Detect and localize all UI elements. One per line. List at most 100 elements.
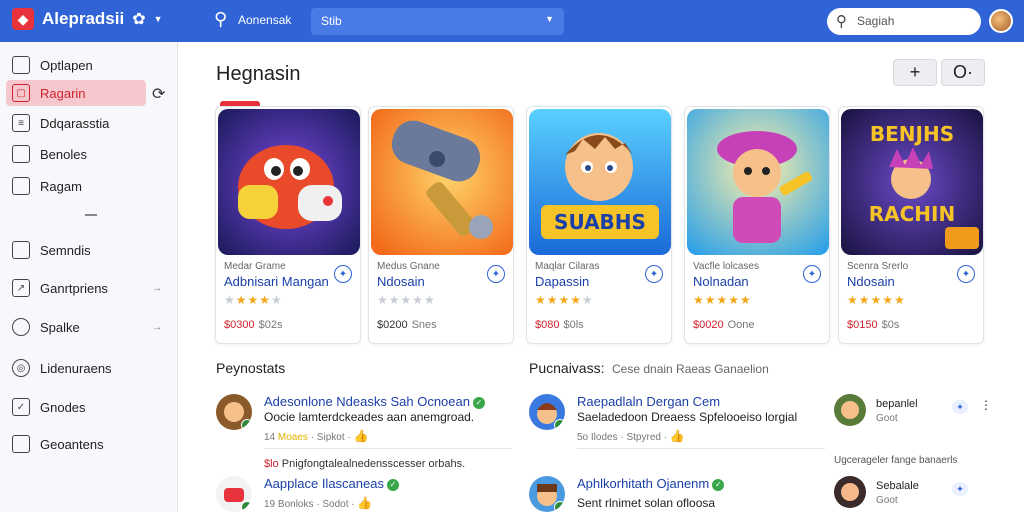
square-icon xyxy=(12,177,30,195)
sidebar-item-label: Ragarin xyxy=(40,85,86,101)
info-badge-icon[interactable]: ✦ xyxy=(645,265,663,283)
price-value: $0200 xyxy=(377,319,408,331)
price-value: $080 xyxy=(535,319,560,331)
like-icon[interactable]: 👍 xyxy=(670,429,685,443)
sidebar-item-label: Ganrtpriens xyxy=(40,280,108,296)
post-tag: Moaes xyxy=(277,432,308,443)
card-title[interactable]: Dapassin xyxy=(535,274,589,289)
game-card[interactable]: Vacfle lolcases Nolnadan ✦ ★★★★★ $0020 Oo… xyxy=(684,106,830,344)
sidebar-item-spalke[interactable]: Spalke → xyxy=(6,314,162,340)
post-meta: 19 Bonloks · Sodot · 👍 xyxy=(264,496,372,510)
post-author[interactable]: Aapplace Ilascaneas ✓ xyxy=(264,476,399,491)
user-subtitle: Goot xyxy=(876,495,898,506)
check-icon: ✓ xyxy=(712,478,725,491)
sales-value: Snes xyxy=(411,319,437,331)
card-title[interactable]: Nolnadan xyxy=(693,274,749,289)
search-icon[interactable]: ⚲ xyxy=(214,9,227,30)
page-title: Hegnasin xyxy=(216,63,301,85)
post-author[interactable]: Raepadlaln Dergan Cem xyxy=(577,394,720,409)
add-button[interactable]: + xyxy=(893,59,937,86)
star-rating: ★★★★★ xyxy=(847,293,906,307)
search-input[interactable]: ⚲ Sagiah xyxy=(827,8,981,35)
sidebar-item-label: Ragam xyxy=(40,178,82,194)
sidebar-item-label: Optlapen xyxy=(40,57,93,73)
chevron-down-icon[interactable]: ▼ xyxy=(154,14,163,24)
user-avatar[interactable] xyxy=(989,9,1013,33)
sidebar-item-gnodes[interactable]: ✓ Gnodes xyxy=(6,394,146,420)
post-meta-text: · Sipkot · xyxy=(310,432,351,443)
sidebar-item-ragam[interactable]: Ragam xyxy=(6,173,146,199)
section-caption: Cese dnain Raeas Ganaelion xyxy=(612,362,769,376)
sidebar-item-geoantens[interactable]: Geoantens xyxy=(6,431,146,457)
sidebar-item-ganrtpriens[interactable]: ↗ Ganrtpriens → xyxy=(6,275,162,301)
brand[interactable]: ◆ Alepradsii ✿ ▼ xyxy=(12,8,163,30)
post-note: $lo Pnigfongtalealnedensscesser orbahs. xyxy=(264,458,465,470)
avatar[interactable] xyxy=(834,476,866,508)
game-cover-image xyxy=(687,109,829,255)
info-badge-icon[interactable]: ✦ xyxy=(487,265,505,283)
price-value: $0300 xyxy=(224,319,255,331)
avatar[interactable] xyxy=(216,394,252,430)
gear-icon[interactable]: ✿ xyxy=(132,9,145,29)
sidebar-item-lidenuraens[interactable]: ◎ Lidenuraens xyxy=(6,355,146,381)
card-price: $0300 $02s xyxy=(224,319,282,331)
sidebar-item-ragarin[interactable]: ▢ Ragarin xyxy=(6,80,146,106)
post-author[interactable]: Adesonlone Ndeasks Sah Ocnoean ✓ xyxy=(264,394,485,409)
star-rating: ★★★★★ xyxy=(224,293,283,307)
avatar[interactable] xyxy=(529,394,565,430)
refresh-icon[interactable]: ⟳ xyxy=(152,84,165,104)
game-card[interactable]: Medus Gnane Ndosain ✦ ★★★★★ $0200 Snes xyxy=(368,106,514,344)
post-meta: 14 Moaes · Sipkot · 👍 xyxy=(264,429,368,443)
card-title[interactable]: Ndosain xyxy=(377,274,425,289)
sales-value: $0ls xyxy=(563,319,584,331)
tag-icon: ▢ xyxy=(12,84,30,102)
more-icon[interactable]: ⋮ xyxy=(980,398,992,412)
info-badge-icon[interactable]: ✦ xyxy=(803,265,821,283)
post-author-name: Adesonlone Ndeasks Sah Ocnoean xyxy=(264,394,470,409)
card-title[interactable]: Ndosain xyxy=(847,274,895,289)
price-value: $0020 xyxy=(693,319,724,331)
message-icon[interactable]: ✦ xyxy=(952,400,968,414)
post-count: 14 xyxy=(264,432,276,443)
message-icon[interactable]: ✦ xyxy=(952,482,968,496)
top-bar: ◆ Alepradsii ✿ ▼ ⚲ Aonensak Stib ▼ ⚲ Sag… xyxy=(0,0,1024,42)
app-name: Alepradsii xyxy=(42,9,125,28)
sidebar-item-semndis[interactable]: Semndis xyxy=(6,237,146,263)
like-icon[interactable]: 👍 xyxy=(354,429,369,443)
card-title[interactable]: Adbnisari Mangan xyxy=(224,274,329,289)
avatar[interactable] xyxy=(216,476,252,512)
post-meta: 5o Ilodes · Stpyred · 👍 xyxy=(577,429,685,443)
sidebar-item-optlapen[interactable]: Optlapen xyxy=(6,52,146,78)
avatar[interactable] xyxy=(529,476,565,512)
section-title: Pucnaivass: xyxy=(529,360,605,376)
info-badge-icon[interactable]: ✦ xyxy=(334,265,352,283)
game-card[interactable]: BENJHS RACHIN Scenra Srerlo Ndosain ✦ ★★★… xyxy=(838,106,984,344)
category-select[interactable]: Stib ▼ xyxy=(311,8,564,35)
image-icon: ↗ xyxy=(12,279,30,297)
verified-icon xyxy=(554,419,565,430)
card-price: $080 $0ls xyxy=(535,319,584,331)
card-price: $0150 $0s xyxy=(847,319,899,331)
divider xyxy=(577,448,825,449)
game-card[interactable]: Medar Grame Adbnisari Mangan ✦ ★★★★★ $03… xyxy=(215,106,361,344)
category-select-value: Stib xyxy=(321,14,342,28)
chat-icon xyxy=(12,435,30,453)
doc-icon xyxy=(12,56,30,74)
post-author[interactable]: Aphlkorhitath Ojanenm ✓ xyxy=(577,476,725,491)
post-author-name: Aapplace Ilascaneas xyxy=(264,476,384,491)
post-text: Saeladedoon Dreaess Spfelooeiso lorgial xyxy=(577,410,798,424)
brand-logo-icon: ◆ xyxy=(12,8,34,30)
options-button[interactable]: O· xyxy=(941,59,985,86)
sidebar-item-ddqarasstia[interactable]: ≡ Ddqarasstia xyxy=(6,110,146,136)
game-card[interactable]: SUABHS Maqlar Cilaras Dapassin ✦ ★★★★★ $… xyxy=(526,106,672,344)
avatar[interactable] xyxy=(834,394,866,426)
book-icon xyxy=(12,145,30,163)
list-item[interactable]: Sebalale Goot ✦ xyxy=(834,476,994,512)
card-subtitle: Vacfle lolcases xyxy=(693,261,759,272)
list-item[interactable]: bepanlel Goot ✦ ⋮ xyxy=(834,394,994,430)
info-badge-icon[interactable]: ✦ xyxy=(957,265,975,283)
post-author-name: Raepadlaln Dergan Cem xyxy=(577,394,721,409)
check-icon: ✓ xyxy=(472,396,485,409)
like-icon[interactable]: 👍 xyxy=(357,496,372,510)
sidebar-item-benoles[interactable]: Benoles xyxy=(6,141,146,167)
